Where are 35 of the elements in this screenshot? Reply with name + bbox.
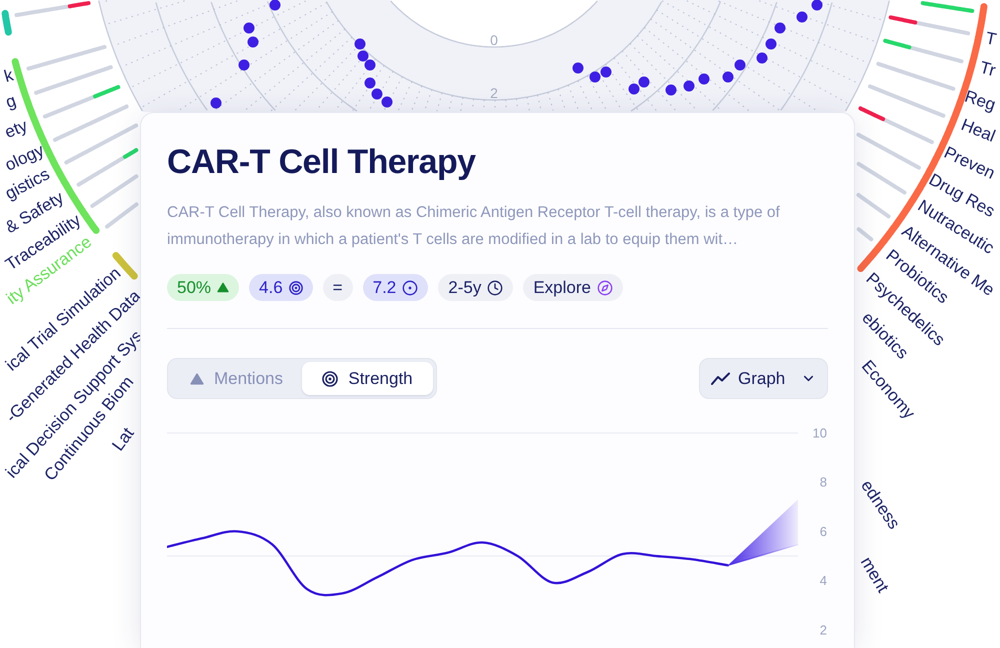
explore-button[interactable]: Explore	[523, 274, 623, 301]
stat-value: 4.6	[259, 279, 283, 296]
category-label: g	[3, 90, 18, 112]
axis-tick-label: 8	[820, 474, 827, 490]
stat-value: 50%	[177, 279, 212, 296]
category-label: ety	[2, 116, 30, 142]
stat-value: 7.2	[372, 279, 396, 296]
ring-value-label: 0	[490, 32, 498, 48]
view-select[interactable]: Graph	[699, 358, 828, 399]
card-description: CAR-T Cell Therapy, also known as Chimeric Antigen Receptor T-cell therapy, is a type of immunotherapy in which a patient's T cells are modified in a lab to equip them wit…	[167, 203, 781, 250]
triangle-up-icon	[217, 282, 230, 293]
category-label: k	[2, 65, 16, 86]
stat-value: 2-5y	[448, 279, 482, 296]
target-icon	[288, 280, 303, 294]
ring-value-label: 2	[490, 85, 498, 101]
category-label: Tr	[978, 58, 998, 80]
comparison-pill: =	[322, 274, 353, 301]
forecast-lower-edge	[727, 544, 799, 566]
compass-icon	[596, 280, 613, 296]
axis-tick-label: 10	[812, 426, 827, 440]
axis-tick-label: 4	[820, 573, 827, 588]
trend-line-icon	[711, 372, 730, 385]
forecast-cone	[728, 499, 798, 566]
triangle-icon	[190, 372, 204, 384]
metric-tab[interactable]: Strength	[302, 362, 433, 395]
card-title: CAR-T Cell Therapy	[167, 142, 477, 182]
clock-icon	[487, 280, 504, 296]
axis-tick-label: 2	[820, 622, 827, 638]
target-icon	[322, 370, 338, 386]
category-label: Heal	[958, 115, 998, 146]
circle-dot-icon	[402, 280, 418, 296]
category-label: T	[984, 28, 998, 50]
category-label: Reg	[962, 86, 998, 115]
axis-tick-label: 6	[820, 524, 827, 539]
category-label: Lat	[108, 424, 138, 454]
